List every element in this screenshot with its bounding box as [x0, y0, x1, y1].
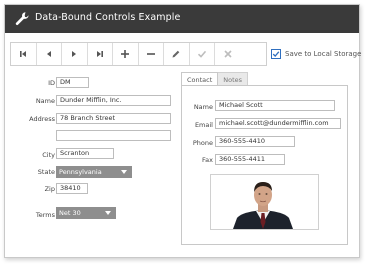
tab-notes[interactable]: Notes [218, 72, 249, 86]
id-label: ID [48, 79, 55, 87]
previous-icon [46, 51, 51, 57]
terms-select[interactable]: Net 30 [56, 207, 116, 219]
phone-label: Phone [192, 139, 213, 147]
local-storage-label: Save to Local Storage [285, 50, 362, 58]
address-line2-field[interactable] [56, 130, 171, 141]
contact-name-field[interactable]: Michael Scott [215, 100, 335, 111]
minus-icon [146, 53, 155, 55]
name-label: Name [35, 97, 55, 105]
delete-record-button[interactable] [139, 43, 164, 65]
terms-label: Terms [35, 211, 55, 219]
fax-label: Fax [202, 156, 213, 164]
contact-tabs: Contact Notes [181, 72, 249, 86]
previous-record-button[interactable] [37, 43, 62, 65]
checkmark-icon [272, 51, 280, 57]
state-label: State [37, 168, 55, 176]
city-label: City [42, 151, 55, 159]
state-select[interactable]: Pennsylvania [56, 166, 132, 178]
next-record-button[interactable] [62, 43, 88, 65]
company-name-field[interactable]: Dunder Mifflin, Inc. [56, 95, 171, 106]
state-value: Pennsylvania [59, 168, 102, 176]
first-icon [20, 51, 27, 57]
zip-field[interactable]: 38410 [56, 183, 88, 194]
phone-field[interactable]: 360-555-4410 [215, 136, 295, 147]
add-record-button[interactable] [113, 43, 139, 65]
address-line1-field[interactable]: 78 Branch Street [56, 113, 171, 124]
chevron-down-icon [105, 211, 111, 215]
fax-field[interactable]: 360-555-4411 [215, 154, 285, 165]
city-field[interactable]: Scranton [56, 148, 114, 159]
navigation-toolbar [10, 42, 267, 66]
email-label: Email [194, 121, 213, 129]
chevron-down-icon [121, 170, 127, 174]
checkmark-icon [197, 50, 206, 58]
terms-value: Net 30 [59, 209, 81, 217]
next-icon [72, 51, 77, 57]
id-field[interactable]: DM [56, 77, 89, 88]
zip-label: Zip [44, 185, 55, 193]
wrench-icon [14, 11, 30, 27]
email-field[interactable]: michael.scott@dundermifflin.com [215, 118, 341, 129]
last-record-button[interactable] [88, 43, 113, 65]
address-label: Address [29, 115, 55, 123]
edit-record-button[interactable] [164, 43, 190, 65]
plus-icon [121, 50, 130, 58]
contact-photo [210, 174, 319, 230]
title-bar: Data-Bound Controls Example [5, 5, 359, 33]
local-storage-checkbox[interactable] [271, 49, 281, 59]
contact-name-label: Name [193, 103, 213, 111]
window-title: Data-Bound Controls Example [35, 12, 181, 23]
pencil-icon [172, 50, 180, 58]
first-record-button[interactable] [11, 43, 37, 65]
save-record-button[interactable] [190, 43, 215, 65]
close-icon [224, 50, 232, 58]
tab-contact[interactable]: Contact [181, 72, 219, 86]
cancel-edit-button[interactable] [215, 43, 241, 65]
last-icon [96, 51, 103, 57]
